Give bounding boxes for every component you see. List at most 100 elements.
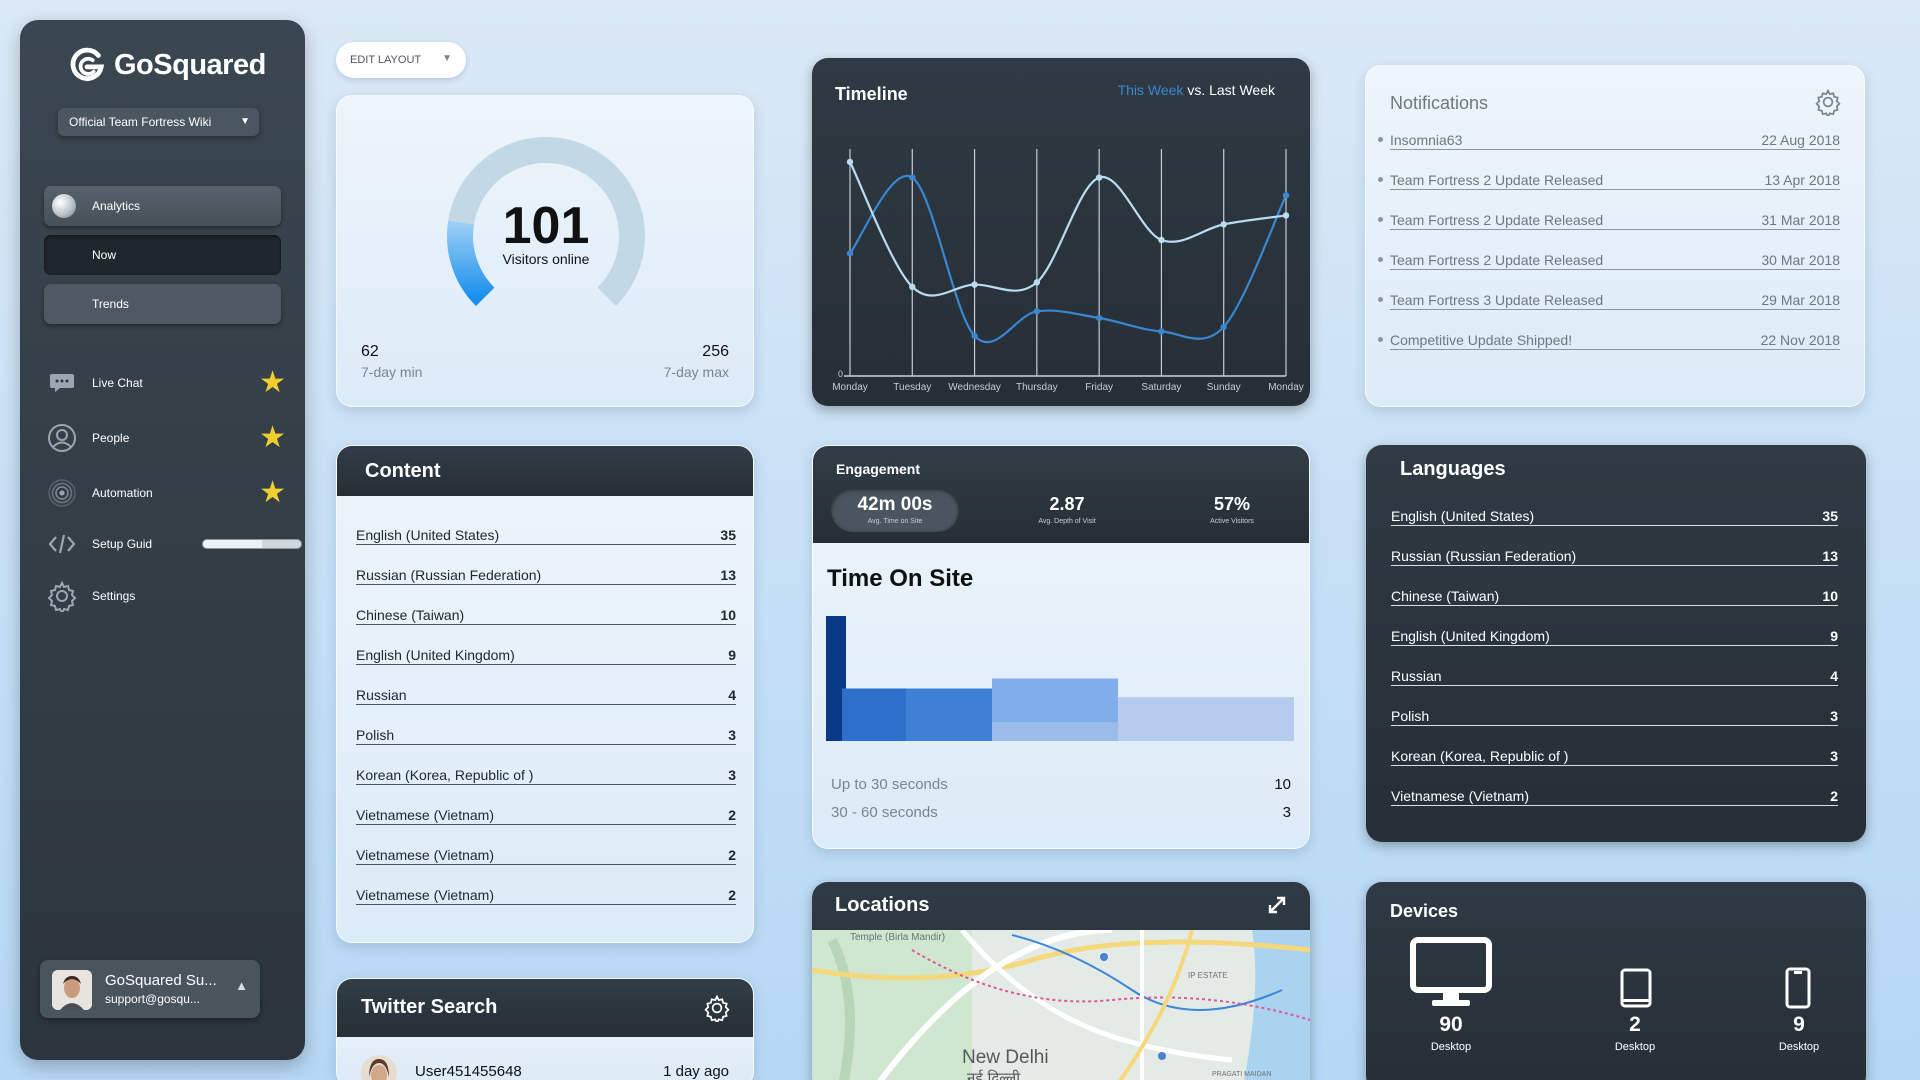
avatar	[361, 1055, 397, 1080]
nav-analytics[interactable]: Analytics	[44, 186, 281, 226]
content-row[interactable]: Chinese (Taiwan) 10	[356, 607, 736, 625]
timeline-point[interactable]	[1095, 314, 1103, 322]
timeline-point[interactable]	[1220, 221, 1227, 228]
sidebar-item-settings[interactable]: Settings	[46, 578, 286, 614]
visitors-card: 101 Visitors online 62 7-day min 256 7-d…	[336, 95, 754, 407]
visitors-max-value: 256	[702, 343, 729, 360]
histogram-bar[interactable]	[992, 722, 1118, 741]
edit-layout-button[interactable]: EDIT LAYOUT ▼	[336, 42, 466, 78]
logo[interactable]: GoSquared	[68, 46, 266, 84]
map-label-temple: Temple (Birla Mandir)	[850, 932, 945, 943]
timeline-point[interactable]	[1095, 174, 1103, 181]
map-label-city-native: नई दिल्ली	[967, 1069, 1021, 1080]
language-row[interactable]: Polish 3	[1391, 708, 1838, 726]
language-row[interactable]: Russian (Russian Federation) 13	[1391, 548, 1838, 566]
content-row-value: 10	[720, 607, 736, 623]
locations-map[interactable]: Temple (Birla Mandir) IP ESTATE New Delh…	[812, 930, 1310, 1080]
notification-date: 22 Nov 2018	[1760, 332, 1840, 348]
timeline-point[interactable]	[971, 281, 978, 288]
timeline-point[interactable]	[909, 283, 916, 290]
star-icon[interactable]: ★	[259, 368, 286, 398]
notification-item[interactable]: Team Fortress 3 Update Released 29 Mar 20…	[1378, 292, 1840, 310]
stat-active-value[interactable]: 57%	[1168, 494, 1296, 515]
stat-depth-value[interactable]: 2.87	[1003, 494, 1131, 515]
twitter-header: Twitter Search	[337, 979, 753, 1037]
user-card[interactable]: GoSquared Su... support@gosqu... ▲	[40, 960, 260, 1018]
content-row[interactable]: Vietnamese (Vietnam) 2	[356, 807, 736, 825]
expand-icon[interactable]	[1266, 894, 1288, 916]
sidebar-item-setup-guide[interactable]: Setup Guid	[46, 526, 302, 562]
content-row-label: Chinese (Taiwan)	[356, 607, 465, 623]
language-row-label: English (United States)	[1391, 508, 1535, 524]
visitors-count: 101	[502, 197, 590, 255]
gosquared-logo-icon	[70, 47, 105, 81]
timeline-point[interactable]	[1158, 236, 1165, 244]
notification-title: Team Fortress 2 Update Released	[1390, 212, 1604, 228]
engagement-title: Engagement	[836, 461, 921, 477]
device-phone-value: 9	[1793, 1013, 1805, 1036]
site-selector[interactable]: Official Team Fortress Wiki ▼	[58, 108, 259, 136]
notification-item[interactable]: Insomnia63 22 Aug 2018	[1378, 132, 1840, 150]
chevron-down-icon: ▼	[240, 116, 250, 127]
notification-item[interactable]: Team Fortress 2 Update Released 13 Apr 20…	[1378, 172, 1840, 190]
content-row[interactable]: English (United Kingdom) 9	[356, 647, 736, 665]
timeline-point[interactable]	[1220, 323, 1227, 331]
content-row[interactable]: Polish 3	[356, 727, 736, 745]
timeline-point[interactable]	[1282, 212, 1290, 219]
language-row[interactable]: Russian 4	[1391, 668, 1838, 686]
timeline-point[interactable]	[1033, 308, 1041, 315]
sidebar-item-automation[interactable]: Automation ★	[46, 475, 286, 511]
language-row[interactable]: Chinese (Taiwan) 10	[1391, 588, 1838, 606]
star-icon[interactable]: ★	[259, 423, 286, 453]
avatar	[52, 970, 92, 1010]
timeline-point[interactable]	[909, 174, 916, 181]
nav-trends-label: Trends	[92, 297, 129, 311]
gear-icon[interactable]	[703, 994, 731, 1022]
device-tablet-label: Desktop	[1614, 1041, 1656, 1053]
notification-item[interactable]: Team Fortress 2 Update Released 30 Mar 20…	[1378, 252, 1840, 270]
notifications-card: Notifications Insomnia63 22 Aug 2018 Team …	[1365, 65, 1865, 407]
content-row[interactable]: Vietnamese (Vietnam) 2	[356, 847, 736, 865]
chevron-up-icon[interactable]: ▲	[235, 978, 248, 993]
nav-trends[interactable]: Trends	[44, 284, 281, 324]
timeline-point[interactable]	[971, 332, 978, 340]
language-row-value: 13	[1822, 548, 1838, 564]
nav-now[interactable]: Now	[44, 235, 281, 275]
content-row[interactable]: Russian 4	[356, 687, 736, 705]
timeline-point[interactable]	[846, 158, 854, 166]
range-value: 10	[1274, 776, 1291, 793]
timeline-x-tick: Thursday	[1016, 382, 1058, 393]
notifications-title: Notifications	[1390, 93, 1489, 113]
content-row-value: 35	[720, 527, 736, 543]
timeline-point[interactable]	[1282, 192, 1290, 199]
timeline-point[interactable]	[1158, 328, 1165, 335]
content-row[interactable]: Russian (Russian Federation) 13	[356, 567, 736, 585]
timeline-point[interactable]	[846, 250, 854, 257]
language-row[interactable]: Korean (Korea, Republic of ) 3	[1391, 748, 1838, 766]
star-icon[interactable]: ★	[259, 478, 286, 508]
notification-item[interactable]: Competitive Update Shipped! 22 Nov 2018	[1378, 332, 1840, 350]
tweet-user[interactable]: User451455648	[415, 1063, 522, 1080]
notification-title: Competitive Update Shipped!	[1390, 332, 1573, 348]
gear-icon[interactable]	[1814, 88, 1842, 116]
range-label: Up to 30 seconds	[831, 776, 948, 793]
histogram-bar[interactable]	[842, 688, 906, 742]
device-desktop-value: 90	[1439, 1013, 1463, 1036]
sidebar-item-live-chat[interactable]: Live Chat ★	[46, 365, 286, 401]
sidebar-item-people[interactable]: People ★	[46, 420, 286, 456]
histogram-bar[interactable]	[1118, 697, 1294, 741]
language-row[interactable]: English (United Kingdom) 9	[1391, 628, 1838, 646]
content-row[interactable]: Vietnamese (Vietnam) 2	[356, 887, 736, 905]
device-phone-label: Desktop	[1778, 1041, 1820, 1053]
histogram-bar[interactable]	[906, 688, 992, 742]
notification-item[interactable]: Team Fortress 2 Update Released 31 Mar 20…	[1378, 212, 1840, 230]
sidebar-item-label: Automation	[92, 486, 153, 500]
sidebar-item-label: People	[92, 431, 130, 445]
content-row[interactable]: English (United States) 35	[356, 527, 736, 545]
content-row[interactable]: Korean (Korea, Republic of ) 3	[356, 767, 736, 785]
language-row[interactable]: English (United States) 35	[1391, 508, 1838, 526]
sidebar-item-label: Live Chat	[92, 376, 143, 390]
content-row-label: Korean (Korea, Republic of )	[356, 767, 534, 783]
timeline-point[interactable]	[1033, 279, 1041, 286]
language-row[interactable]: Vietnamese (Vietnam) 2	[1391, 788, 1838, 806]
